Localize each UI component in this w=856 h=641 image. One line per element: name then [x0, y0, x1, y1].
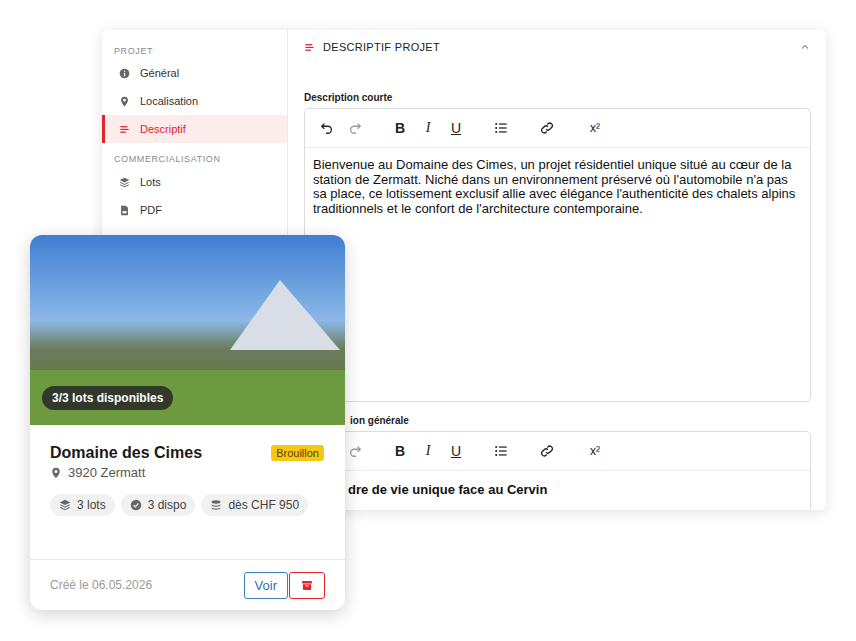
lines-icon: [119, 124, 130, 135]
info-icon: [119, 68, 130, 79]
content: DESCRIPTIF PROJETDescription courteBIUx²…: [288, 30, 826, 510]
redo-button[interactable]: [345, 441, 365, 461]
editor-field: Description courteBIUx²Bienvenue au Doma…: [304, 91, 811, 402]
sidebar-item[interactable]: Descriptif: [102, 115, 287, 143]
chevron-icon[interactable]: [799, 41, 811, 53]
view-button[interactable]: Voir: [244, 572, 288, 599]
link-button[interactable]: [537, 441, 557, 461]
rich-text-editor: BIUx²dre de vie unique face au Cervin: [304, 431, 811, 510]
archive-button[interactable]: [289, 572, 325, 599]
layers-icon: [59, 499, 71, 511]
description-icon: [304, 42, 315, 53]
section-title: COMMERCIALISATION: [102, 152, 287, 166]
sidebar-section: PROJETGénéralLocalisationDescriptif: [102, 44, 287, 143]
pdf-icon: [119, 205, 130, 216]
sidebar-item[interactable]: PDF: [102, 196, 287, 224]
list-button[interactable]: [491, 441, 511, 461]
created-date: Créé le 06.05.2026: [50, 578, 152, 592]
project-card[interactable]: 3/3 lots disponibles Domaine des Cimes Bro…: [30, 235, 345, 610]
redo-icon: [348, 121, 362, 135]
link-icon: [540, 444, 554, 458]
sidebar-item[interactable]: Lots: [102, 168, 287, 196]
stat-chip: dès CHF 950: [201, 494, 308, 516]
section-title: PROJET: [102, 44, 287, 58]
check-icon: [130, 499, 142, 511]
field-label: ion générale: [304, 414, 811, 428]
format-button[interactable]: I: [418, 441, 438, 461]
availability-badge: 3/3 lots disponibles: [42, 386, 173, 410]
bullet-list-icon: [494, 444, 508, 458]
undo-icon: [320, 121, 334, 135]
sidebar-section: COMMERCIALISATION LotsPDF: [102, 152, 287, 224]
location: 3920 Zermatt: [50, 465, 325, 480]
editor-text[interactable]: dre de vie unique face au Cervin: [305, 471, 810, 508]
bullet-list-icon: [494, 121, 508, 135]
panel-header[interactable]: DESCRIPTIF PROJET: [304, 30, 811, 64]
card-title: Domaine des Cimes: [50, 443, 202, 463]
format-button[interactable]: B: [390, 118, 410, 138]
editor-text[interactable]: Bienvenue au Domaine des Cimes, un proje…: [305, 148, 810, 226]
pin-icon: [50, 467, 62, 479]
sidebar-item[interactable]: Général: [102, 59, 287, 87]
rich-text-editor: BIUx²Bienvenue au Domaine des Cimes, un …: [304, 108, 811, 402]
editor-field: ion généraleBIUx²dre de vie unique face …: [304, 414, 811, 510]
pin-icon: [119, 96, 130, 107]
archive-icon: [301, 579, 313, 591]
status-badge: Brouillon: [271, 445, 324, 461]
toolbar: BIUx²: [305, 432, 810, 471]
project-photo: 3/3 lots disponibles: [30, 235, 345, 425]
field-label: Description courte: [304, 91, 811, 105]
stat-chip: 3 dispo: [121, 494, 196, 516]
sidebar-item[interactable]: Localisation: [102, 87, 287, 115]
format-button[interactable]: U: [446, 118, 466, 138]
undo-button[interactable]: [317, 118, 337, 138]
redo-button[interactable]: [345, 118, 365, 138]
superscript-button[interactable]: x²: [583, 441, 607, 461]
page: PROJETGénéralLocalisationDescriptif COMME…: [0, 0, 856, 641]
link-icon: [540, 121, 554, 135]
superscript-button[interactable]: x²: [583, 118, 607, 138]
mountain-shape: [230, 280, 340, 350]
list-button[interactable]: [491, 118, 511, 138]
card-footer: Créé le 06.05.2026 Voir: [30, 560, 345, 610]
layers-icon: [119, 177, 130, 188]
card-body: Domaine des Cimes Brouillon 3920 Zermatt 3 …: [30, 425, 345, 560]
toolbar: BIUx²: [305, 109, 810, 148]
stat-chip: 3 lots: [50, 494, 115, 516]
format-button[interactable]: I: [418, 118, 438, 138]
redo-icon: [348, 444, 362, 458]
coins-icon: [210, 499, 222, 511]
format-button[interactable]: U: [446, 441, 466, 461]
format-button[interactable]: B: [390, 441, 410, 461]
link-button[interactable]: [537, 118, 557, 138]
